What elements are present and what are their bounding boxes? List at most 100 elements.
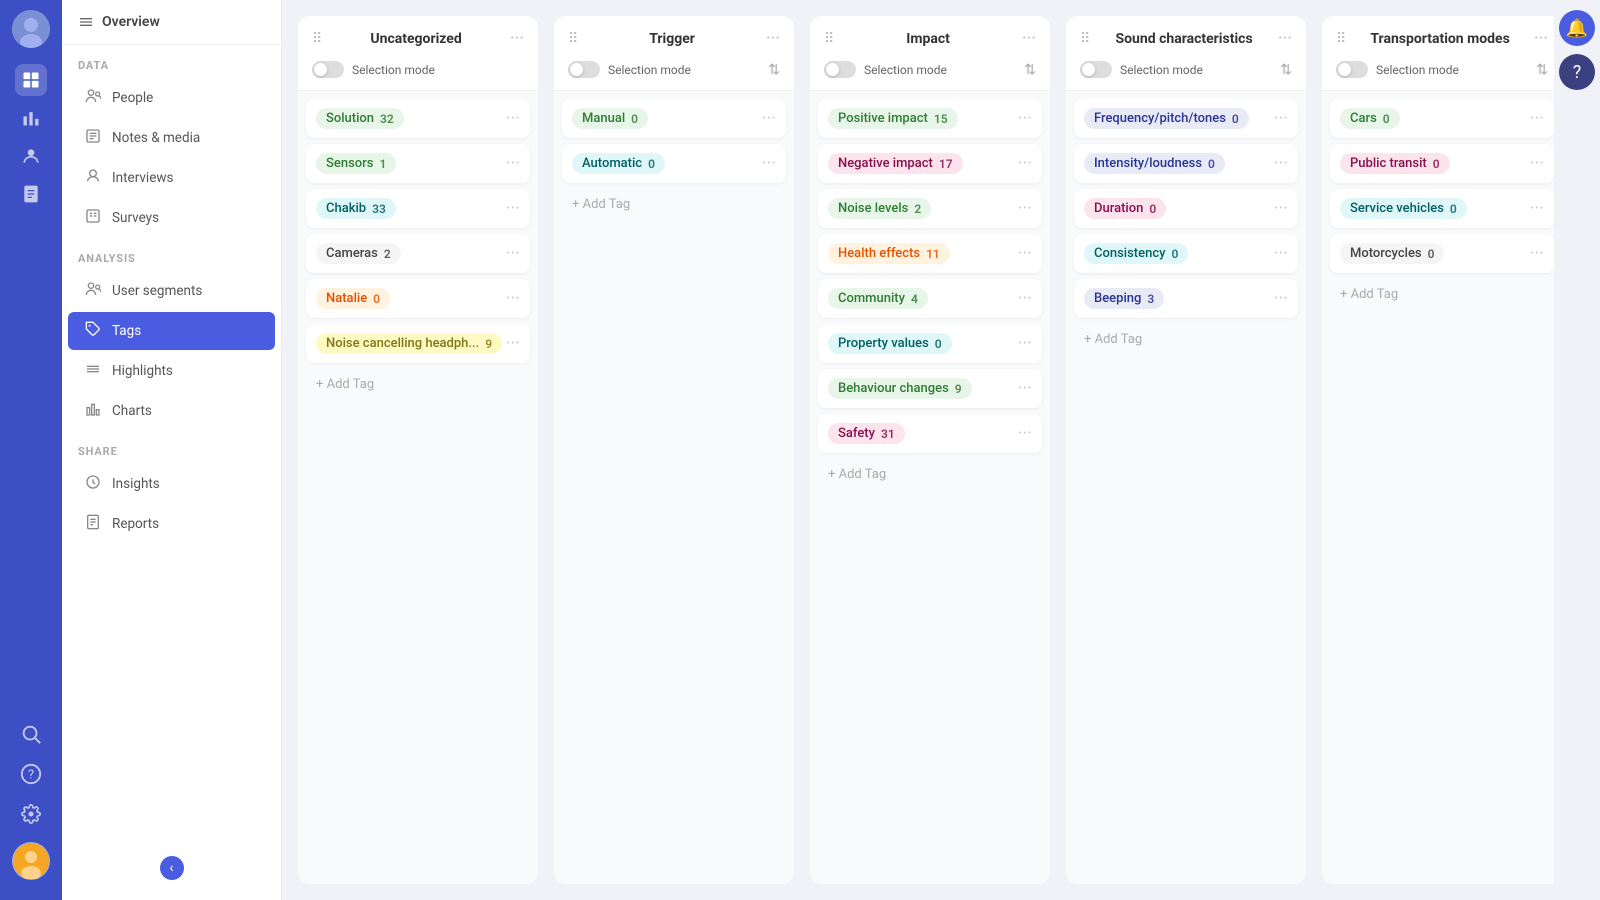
sidebar-item-insights[interactable]: Insights <box>68 465 275 503</box>
add-tag-transportation-modes[interactable]: + Add Tag <box>1330 279 1554 310</box>
tag-card[interactable]: Behaviour changes9··· <box>818 369 1042 408</box>
nav-search-icon[interactable] <box>15 718 47 750</box>
tag-options-icon[interactable]: ··· <box>1274 108 1288 129</box>
tag-card[interactable]: Duration0··· <box>1074 189 1298 228</box>
tag-card[interactable]: Noise cancelling headph...9··· <box>306 324 530 363</box>
help-btn[interactable]: ? <box>1559 54 1595 90</box>
tag-options-icon[interactable]: ··· <box>1018 288 1032 309</box>
tag-card[interactable]: Cameras2··· <box>306 234 530 273</box>
selection-mode-toggle-sound-characteristics[interactable] <box>1080 61 1112 78</box>
tag-options-icon[interactable]: ··· <box>1530 108 1544 129</box>
tag-options-icon[interactable]: ··· <box>762 108 776 129</box>
tag-card[interactable]: Public transit0··· <box>1330 144 1554 183</box>
tags-icon <box>84 321 102 341</box>
add-tag-sound-characteristics[interactable]: + Add Tag <box>1074 324 1298 355</box>
tag-options-icon[interactable]: ··· <box>762 153 776 174</box>
tag-card[interactable]: Intensity/loudness0··· <box>1074 144 1298 183</box>
notification-btn[interactable]: 🔔 <box>1559 10 1595 46</box>
nav-doc-icon[interactable] <box>15 178 47 210</box>
tag-options-icon[interactable]: ··· <box>1018 243 1032 264</box>
sidebar-collapse-btn[interactable]: ‹ <box>160 856 184 880</box>
tag-card[interactable]: Community4··· <box>818 279 1042 318</box>
selection-mode-toggle-trigger[interactable] <box>568 61 600 78</box>
tag-options-icon[interactable]: ··· <box>1274 198 1288 219</box>
nav-home-icon[interactable] <box>15 64 47 96</box>
column-menu-transportation-modes[interactable]: ··· <box>1534 28 1548 49</box>
tag-card[interactable]: Sensors1··· <box>306 144 530 183</box>
drag-handle[interactable]: ⠿ <box>312 31 322 47</box>
tag-card[interactable]: Solution32··· <box>306 99 530 138</box>
tag-card[interactable]: Health effects11··· <box>818 234 1042 273</box>
drag-handle[interactable]: ⠿ <box>1336 31 1346 47</box>
sidebar-item-user-segments[interactable]: User segments <box>68 272 275 310</box>
tag-card[interactable]: Frequency/pitch/tones0··· <box>1074 99 1298 138</box>
tag-card[interactable]: Motorcycles0··· <box>1330 234 1554 273</box>
selection-mode-toggle-impact[interactable] <box>824 61 856 78</box>
sort-icon[interactable]: ⇅ <box>768 62 780 78</box>
tag-card[interactable]: Consistency0··· <box>1074 234 1298 273</box>
sidebar-item-reports[interactable]: Reports <box>68 505 275 543</box>
sidebar-item-surveys[interactable]: Surveys <box>68 199 275 237</box>
tag-card[interactable]: Automatic0··· <box>562 144 786 183</box>
sidebar-item-interviews[interactable]: Interviews <box>68 159 275 197</box>
tag-pill: Noise levels2 <box>828 198 931 219</box>
sidebar-item-people[interactable]: People <box>68 79 275 117</box>
tag-options-icon[interactable]: ··· <box>506 243 520 264</box>
column-menu-sound-characteristics[interactable]: ··· <box>1278 28 1292 49</box>
tag-card[interactable]: Safety31··· <box>818 414 1042 453</box>
tag-card[interactable]: Noise levels2 ··· <box>818 189 1042 228</box>
tag-card[interactable]: Chakib33··· <box>306 189 530 228</box>
sort-icon[interactable]: ⇅ <box>1280 62 1292 78</box>
nav-settings-icon[interactable] <box>15 798 47 830</box>
add-tag-uncategorized[interactable]: + Add Tag <box>306 369 530 400</box>
add-tag-impact[interactable]: + Add Tag <box>818 459 1042 490</box>
tag-card[interactable]: Natalie0··· <box>306 279 530 318</box>
tag-options-icon[interactable]: ··· <box>506 153 520 174</box>
nav-help-icon[interactable]: ? <box>15 758 47 790</box>
drag-handle[interactable]: ⠿ <box>568 31 578 47</box>
column-menu-trigger[interactable]: ··· <box>766 28 780 49</box>
tag-options-icon[interactable]: ··· <box>506 108 520 129</box>
sidebar-item-notes-media[interactable]: Notes & media <box>68 119 275 157</box>
tag-options-icon[interactable]: ··· <box>1018 153 1032 174</box>
tag-card[interactable]: Negative impact17··· <box>818 144 1042 183</box>
drag-handle[interactable]: ⠿ <box>1080 31 1090 47</box>
tag-card[interactable]: Cars0··· <box>1330 99 1554 138</box>
tag-card[interactable]: Manual0··· <box>562 99 786 138</box>
user-avatar[interactable] <box>12 10 50 48</box>
tag-options-icon[interactable]: ··· <box>1018 378 1032 399</box>
tag-options-icon[interactable]: ··· <box>1530 243 1544 264</box>
tag-options-icon[interactable]: ··· <box>1018 198 1032 219</box>
add-tag-trigger[interactable]: + Add Tag <box>562 189 786 220</box>
sidebar-item-highlights[interactable]: Highlights <box>68 352 275 390</box>
sidebar-overview[interactable]: Overview <box>62 0 281 45</box>
sort-icon[interactable]: ⇅ <box>1536 62 1548 78</box>
tag-card[interactable]: Positive impact15··· <box>818 99 1042 138</box>
tag-options-icon[interactable]: ··· <box>1530 198 1544 219</box>
tag-options-icon[interactable]: ··· <box>1018 423 1032 444</box>
nav-user-icon[interactable] <box>15 140 47 172</box>
tag-options-icon[interactable]: ··· <box>1274 288 1288 309</box>
selection-mode-toggle-transportation-modes[interactable] <box>1336 61 1368 78</box>
sort-icon[interactable]: ⇅ <box>1024 62 1036 78</box>
column-menu-uncategorized[interactable]: ··· <box>510 28 524 49</box>
tag-card[interactable]: Property values0··· <box>818 324 1042 363</box>
tag-options-icon[interactable]: ··· <box>1018 108 1032 129</box>
tag-card[interactable]: Service vehicles0··· <box>1330 189 1554 228</box>
tag-card[interactable]: Beeping3··· <box>1074 279 1298 318</box>
tag-options-icon[interactable]: ··· <box>1274 243 1288 264</box>
tag-options-icon[interactable]: ··· <box>1530 153 1544 174</box>
sidebar-item-tags[interactable]: Tags <box>68 312 275 350</box>
sidebar-item-charts[interactable]: Charts <box>68 392 275 430</box>
sidebar-section-share: SHARE <box>62 431 281 464</box>
tag-options-icon[interactable]: ··· <box>506 198 520 219</box>
tag-options-icon[interactable]: ··· <box>1274 153 1288 174</box>
drag-handle[interactable]: ⠿ <box>824 31 834 47</box>
nav-chart-icon[interactable] <box>15 102 47 134</box>
tag-options-icon[interactable]: ··· <box>506 333 520 354</box>
tag-options-icon[interactable]: ··· <box>506 288 520 309</box>
tag-options-icon[interactable]: ··· <box>1018 333 1032 354</box>
column-menu-impact[interactable]: ··· <box>1022 28 1036 49</box>
nav-user-avatar-bottom[interactable] <box>12 842 50 880</box>
selection-mode-toggle-uncategorized[interactable] <box>312 61 344 78</box>
